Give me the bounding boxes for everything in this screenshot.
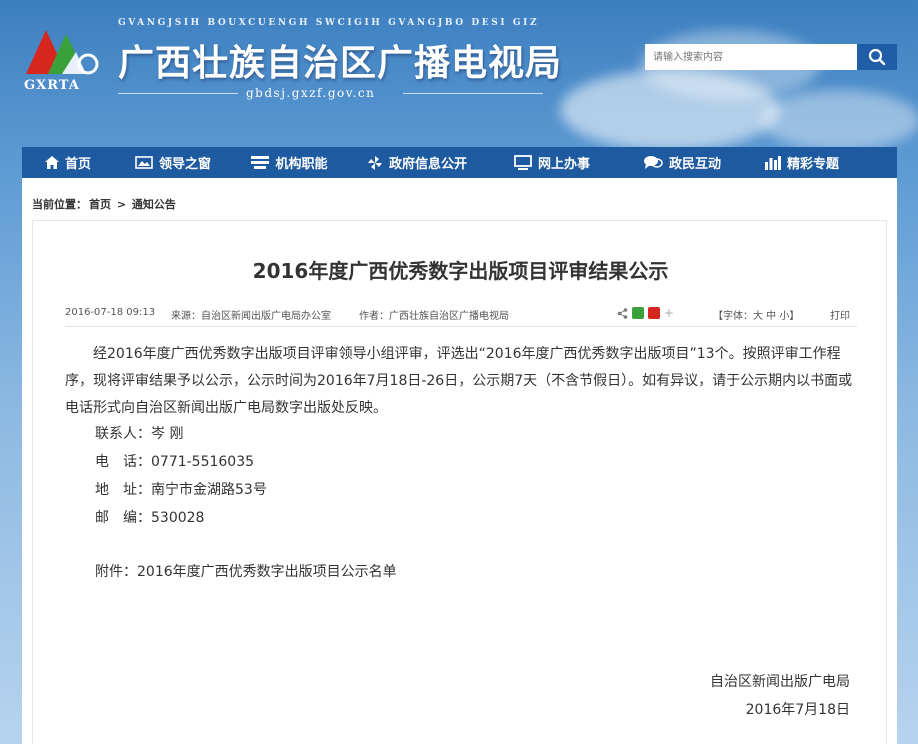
search-input[interactable]	[645, 44, 857, 70]
breadcrumb-home-link[interactable]: 首页	[89, 198, 111, 211]
contact-phone: 电 话：0771-5516035	[95, 454, 255, 470]
share-tools: +	[617, 306, 674, 320]
breadcrumb-separator: >	[113, 198, 130, 211]
picture-icon	[135, 156, 153, 169]
contact-person: 联系人：岑 刚	[95, 426, 184, 442]
font-size-switcher[interactable]: 【字体：大 中 小】	[713, 307, 799, 322]
site-header: GXRTA GVANGJSIH BOUXCUENGH SWCIGIH GVANG…	[0, 0, 918, 145]
list-icon	[251, 156, 270, 169]
monitor-icon	[514, 155, 532, 170]
nav-item-label: 机构职能	[275, 157, 328, 172]
site-title: 广西壮族自治区广播电视局	[118, 42, 563, 84]
attachment-link[interactable]: 附件：2016年度广西优秀数字出版项目公示名单	[95, 561, 397, 581]
share-icon[interactable]	[617, 307, 628, 319]
nav-item-label: 政民互动	[668, 157, 721, 172]
breadcrumb: 当前位置： 首页 > 通知公告	[22, 178, 897, 218]
nav-item-interaction[interactable]: 政民互动	[617, 147, 747, 178]
article-meta: 2016-07-18 09:13 来源：自治区新闻出版广电局办公室 作者：广西壮…	[65, 305, 857, 327]
article-paragraph: 经2016年度广西优秀数字出版项目评审领导小组评审，评选出“2016年度广西优秀…	[65, 346, 853, 416]
contact-postcode: 邮 编：530028	[95, 510, 205, 526]
breadcrumb-prefix: 当前位置：	[32, 198, 87, 211]
article-author: 作者：广西壮族自治区广播电视局	[359, 311, 509, 322]
article-date: 2016-07-18 09:13	[65, 307, 156, 318]
wechat-share-icon[interactable]	[632, 307, 644, 319]
site-domain-line: gbdsj.gxzf.gov.cn	[118, 86, 548, 100]
breadcrumb-current-link[interactable]: 通知公告	[132, 198, 176, 211]
nav-item-label: 政府信息公开	[388, 157, 467, 172]
nav-item-label: 首页	[64, 157, 91, 172]
pinwheel-icon	[367, 155, 383, 171]
site-title-pinyin: GVANGJSIH BOUXCUENGH SWCIGIH GVANGJBO DE…	[118, 18, 540, 28]
logo-mark-icon	[26, 30, 99, 75]
search-button[interactable]	[857, 44, 897, 70]
nav-item-special-topics[interactable]: 精彩专题	[747, 147, 857, 178]
nav-item-label: 领导之窗	[158, 157, 211, 172]
divider	[403, 93, 543, 94]
nav-item-home[interactable]: 首页	[22, 147, 114, 178]
more-share-icon[interactable]: +	[664, 306, 674, 320]
signature-org: 自治区新闻出版广电局	[710, 674, 850, 690]
article-source: 来源：自治区新闻出版广电局办公室	[171, 311, 331, 322]
home-icon	[44, 156, 59, 169]
contact-address: 地 址：南宁市金湖路53号	[95, 482, 267, 498]
bar-chart-icon	[764, 155, 781, 170]
nav-item-leaders[interactable]: 领导之窗	[114, 147, 232, 178]
print-link[interactable]: 打印	[830, 307, 850, 322]
nav-item-label: 精彩专题	[786, 157, 839, 172]
article-body: 经2016年度广西优秀数字出版项目评审领导小组评审，评选出“2016年度广西优秀…	[65, 341, 865, 422]
article-panel: 2016年度广西优秀数字出版项目评审结果公示 2016-07-18 09:13 …	[22, 218, 897, 744]
main-nav: 首页 领导之窗 机构职能 政府信息公开 网上办事 政民互动 精彩专题	[22, 147, 897, 178]
nav-item-organization[interactable]: 机构职能	[232, 147, 347, 178]
article-frame: 2016年度广西优秀数字出版项目评审结果公示 2016-07-18 09:13 …	[32, 220, 887, 744]
search-box	[645, 44, 897, 70]
weibo-share-icon[interactable]	[648, 307, 660, 319]
search-icon	[868, 48, 886, 66]
nav-item-gov-info[interactable]: 政府信息公开	[347, 147, 487, 178]
divider	[118, 93, 238, 94]
logo-text: GXRTA	[24, 78, 80, 93]
nav-item-label: 网上办事	[537, 157, 590, 172]
nav-item-online-services[interactable]: 网上办事	[487, 147, 617, 178]
article-title: 2016年度广西优秀数字出版项目评审结果公示	[252, 259, 669, 283]
site-domain: gbdsj.gxzf.gov.cn	[246, 86, 376, 100]
chat-icon	[643, 155, 663, 170]
signature-date: 2016年7月18日	[745, 702, 850, 718]
